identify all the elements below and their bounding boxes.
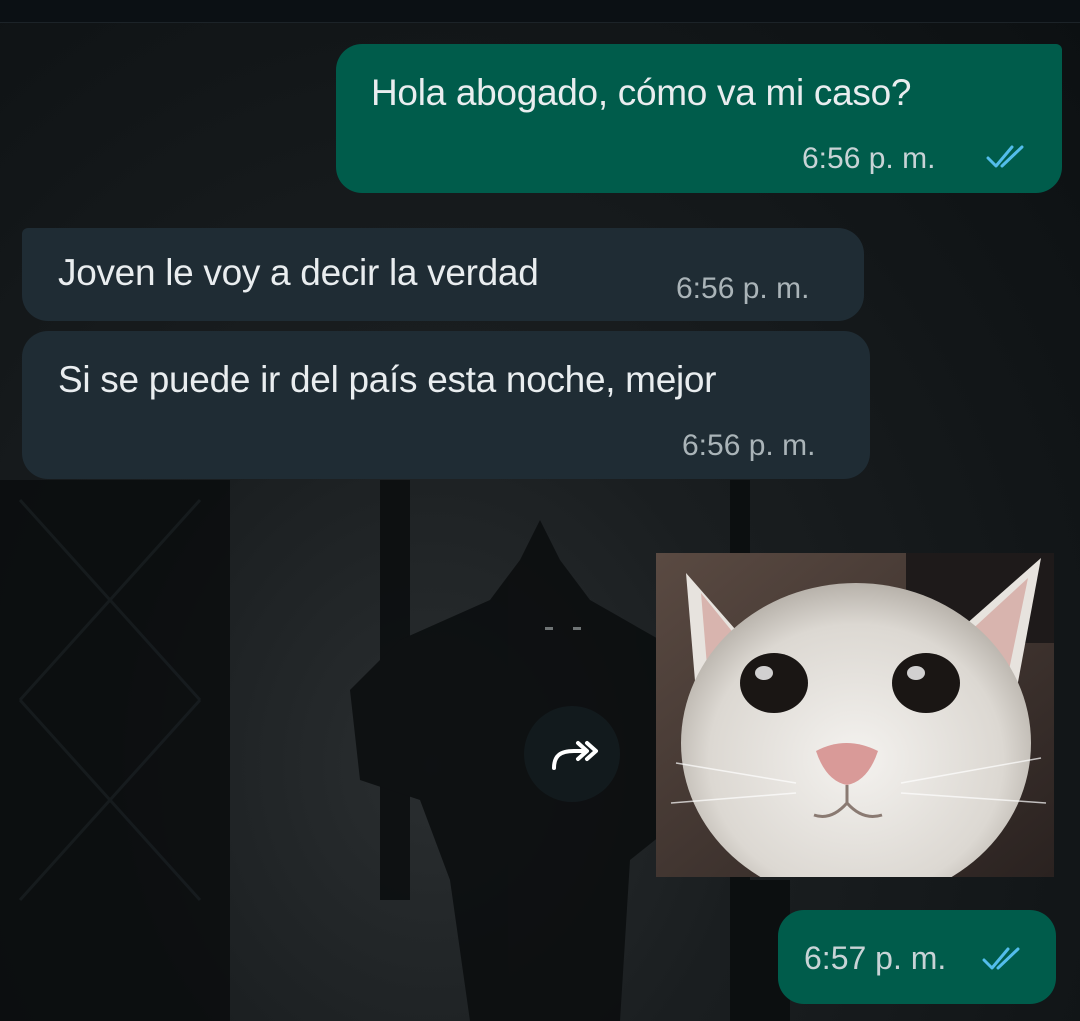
outgoing-message[interactable]: Hola abogado, cómo va mi caso? 6:56 p. m… [336,44,1062,193]
incoming-message[interactable]: Joven le voy a decir la verdad 6:56 p. m… [22,228,864,321]
read-ticks-icon [982,947,1020,970]
incoming-message[interactable]: Si se puede ir del país esta noche, mejo… [22,331,870,479]
forward-button[interactable] [524,706,620,802]
message-time: 6:57 p. m. [804,940,947,976]
crying-cat-sticker [656,553,1054,877]
message-text: Joven le voy a decir la verdad [58,252,539,293]
message-time: 6:56 p. m. [676,272,810,305]
message-text: Si se puede ir del país esta noche, mejo… [58,359,717,400]
outgoing-sticker-time[interactable]: 6:57 p. m. [778,910,1056,1004]
cat-sticker[interactable] [656,553,1054,877]
chat-screen: Hola abogado, cómo va mi caso? 6:56 p. m… [0,0,1080,1021]
read-ticks-icon [986,145,1024,168]
message-time: 6:56 p. m. [802,142,936,175]
message-time: 6:56 p. m. [682,429,816,462]
message-text: Hola abogado, cómo va mi caso? [371,72,912,113]
forward-icon [552,741,598,770]
